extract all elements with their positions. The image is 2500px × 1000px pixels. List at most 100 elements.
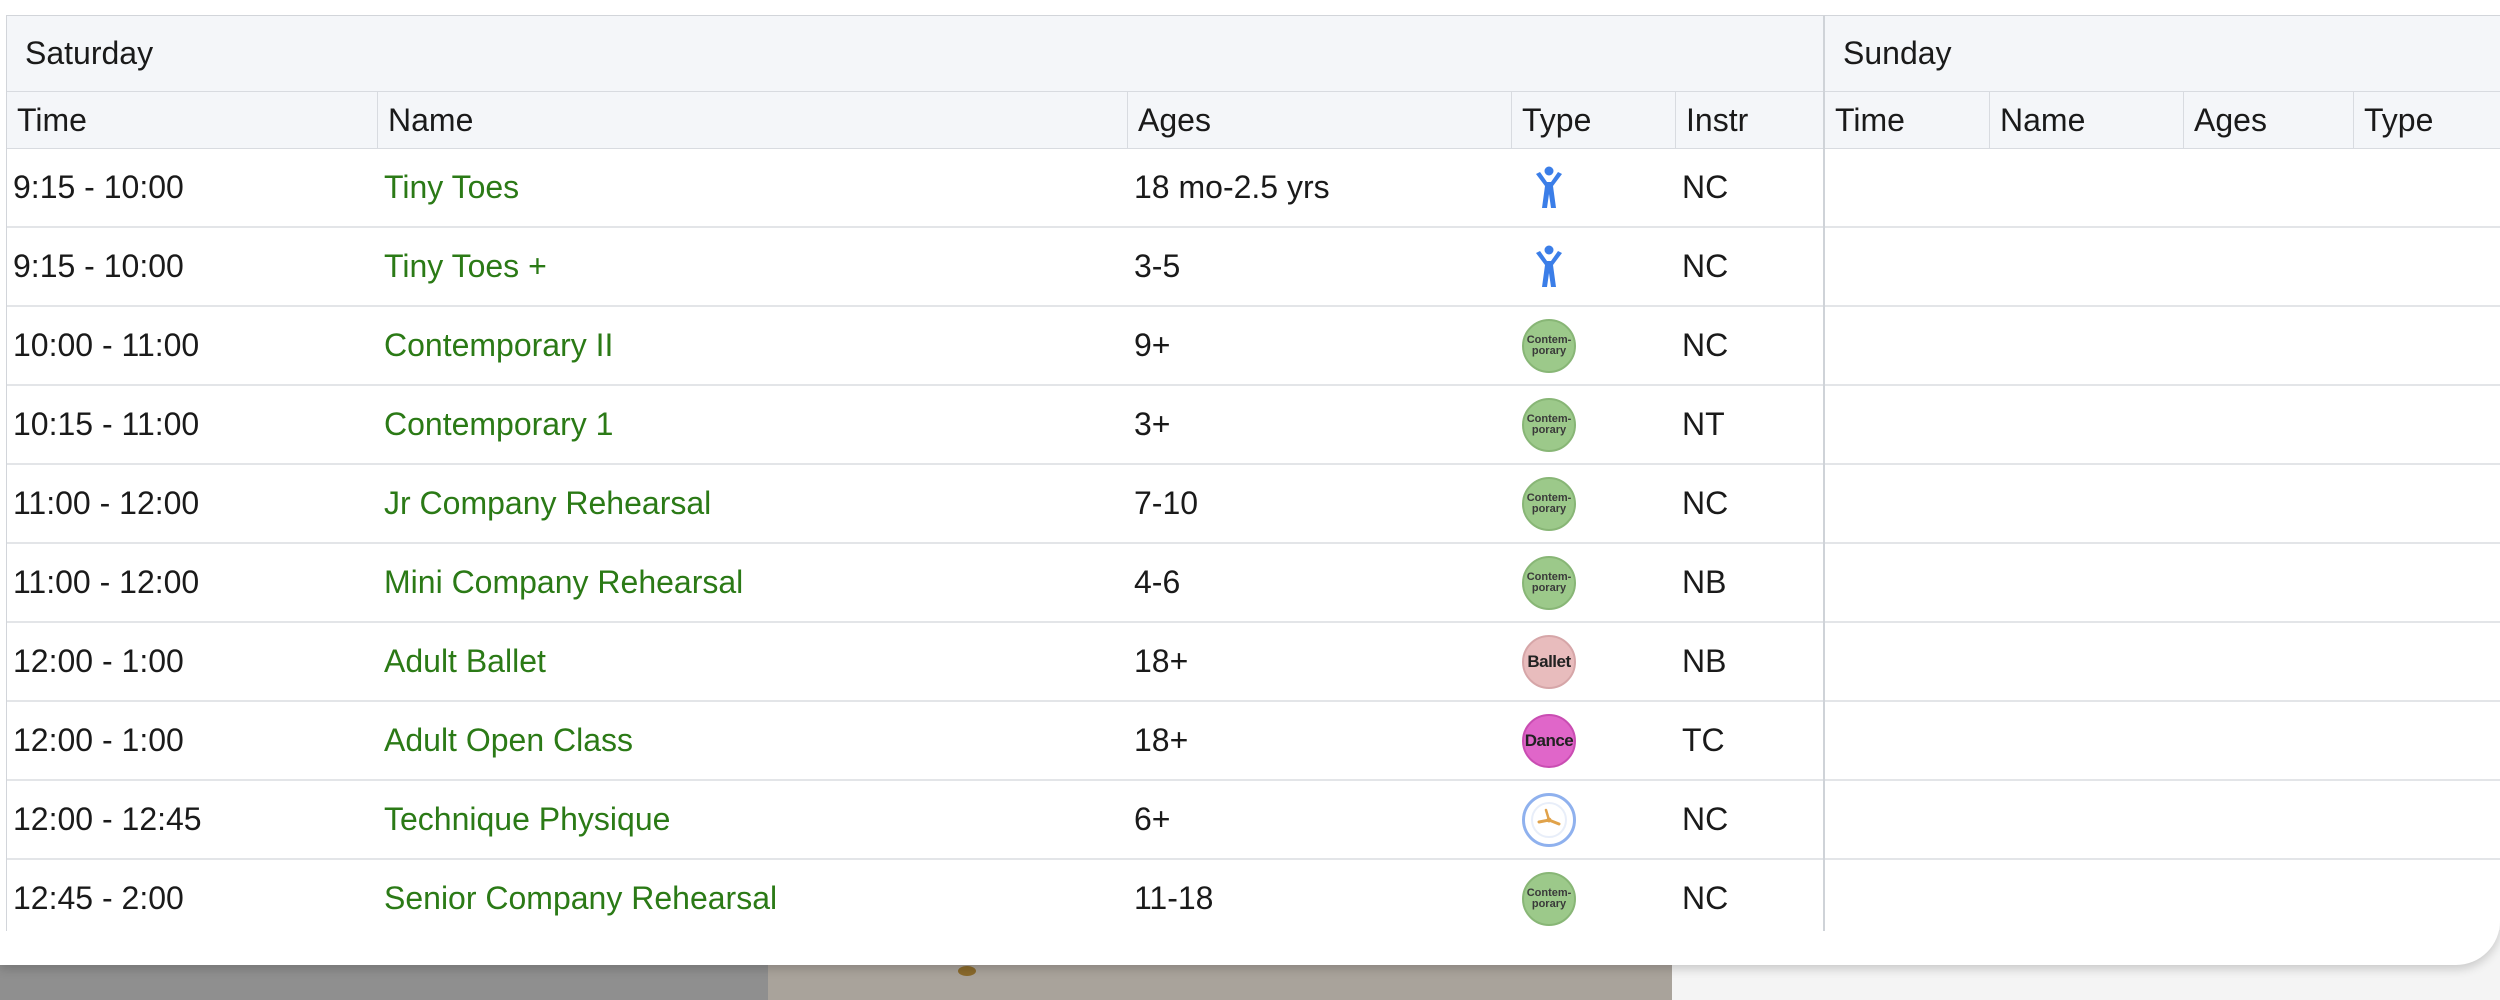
photo-detail — [958, 966, 976, 976]
class-time: 10:15 - 11:00 — [13, 406, 200, 442]
day-title-sunday: Sunday — [1825, 16, 2500, 92]
class-time: 12:45 - 2:00 — [13, 880, 184, 916]
table-row-empty — [1825, 228, 2500, 307]
class-time: 12:00 - 1:00 — [13, 643, 184, 679]
badge-label: Contem-porary — [1527, 492, 1572, 515]
class-type — [1512, 149, 1676, 226]
class-name-link[interactable]: Senior Company Rehearsal — [378, 860, 1128, 931]
class-instructor: NC — [1682, 327, 1729, 363]
class-type — [1512, 228, 1676, 305]
column-header-instr[interactable]: Instr — [1676, 92, 1821, 148]
class-name-link[interactable]: Contemporary 1 — [378, 386, 1128, 463]
clock-icon — [1522, 792, 1576, 847]
column-headers: Time Name Ages Type — [1825, 92, 2500, 149]
saturday-table: Saturday Time Name Ages Type Instr 9:15 … — [6, 15, 1825, 931]
class-ages: 11-18 — [1134, 880, 1214, 916]
class-type: Contem-porary — [1512, 544, 1676, 621]
contemporary-badge-icon: Contem-porary — [1522, 871, 1576, 926]
badge-label-line: porary — [1531, 581, 1567, 594]
column-header-name[interactable]: Name — [378, 92, 1128, 148]
class-type: Contem-porary — [1512, 860, 1676, 931]
class-ages: 3-5 — [1134, 248, 1181, 284]
class-name-link[interactable]: Jr Company Rehearsal — [378, 465, 1128, 542]
class-instructor: NB — [1682, 643, 1727, 679]
class-instructor: NC — [1682, 485, 1729, 521]
class-instructor: NB — [1682, 564, 1727, 600]
dance-badge-icon: Dance — [1522, 713, 1576, 768]
class-name-link[interactable]: Contemporary II — [378, 307, 1128, 384]
badge-label-line: porary — [1531, 502, 1567, 515]
class-type — [1512, 781, 1676, 858]
contemporary-badge-icon: Contem-porary — [1522, 397, 1576, 452]
class-name-link[interactable]: Adult Ballet — [378, 623, 1128, 700]
class-instructor: TC — [1682, 722, 1725, 758]
column-header-ages[interactable]: Ages — [2184, 92, 2354, 148]
sunday-table: Sunday Time Name Ages Type — [1825, 15, 2500, 931]
table-row: 10:00 - 11:00 Contemporary II 9+ Contem-por… — [7, 307, 1823, 386]
badge-label: Contem-porary — [1527, 571, 1572, 594]
badge-label: Contem-porary — [1527, 334, 1572, 357]
ballet-badge-icon: Ballet — [1522, 634, 1576, 689]
class-ages: 4-6 — [1134, 564, 1181, 600]
column-header-time[interactable]: Time — [7, 92, 378, 148]
badge-label: Contem-porary — [1527, 413, 1572, 436]
class-ages: 6+ — [1134, 801, 1171, 837]
class-type: Contem-porary — [1512, 465, 1676, 542]
class-instructor: NC — [1682, 801, 1729, 837]
person-icon — [1522, 240, 1576, 294]
column-header-ages[interactable]: Ages — [1128, 92, 1512, 148]
class-name-link[interactable]: Mini Company Rehearsal — [378, 544, 1128, 621]
class-type: Ballet — [1512, 623, 1676, 700]
table-row-empty — [1825, 781, 2500, 860]
class-name-link[interactable]: Tiny Toes + — [378, 228, 1128, 305]
class-time: 10:00 - 11:00 — [13, 327, 200, 363]
table-row: 12:00 - 1:00 Adult Ballet 18+ Ballet NB — [7, 623, 1823, 702]
table-row: 12:45 - 2:00 Senior Company Rehearsal 11-1… — [7, 860, 1823, 931]
table-row-empty — [1825, 465, 2500, 544]
sunday-rows — [1825, 149, 2500, 931]
class-ages: 18 mo-2.5 yrs — [1134, 169, 1330, 205]
table-row-empty — [1825, 386, 2500, 465]
class-time: 11:00 - 12:00 — [13, 564, 200, 600]
table-row-empty — [1825, 623, 2500, 702]
class-ages: 3+ — [1134, 406, 1171, 442]
class-name-link[interactable]: Technique Physique — [378, 781, 1128, 858]
class-instructor: NT — [1682, 406, 1725, 442]
table-row: 9:15 - 10:00 Tiny Toes 18 mo-2.5 yrs NC — [7, 149, 1823, 228]
table-row-empty — [1825, 702, 2500, 781]
day-title-saturday: Saturday — [7, 16, 1823, 92]
badge-label: Ballet — [1527, 652, 1571, 671]
table-row-empty — [1825, 860, 2500, 931]
class-instructor: NC — [1682, 248, 1729, 284]
class-time: 9:15 - 10:00 — [13, 169, 184, 205]
table-row: 12:00 - 12:45 Technique Physique 6+ NC — [7, 781, 1823, 860]
class-ages: 9+ — [1134, 327, 1171, 363]
class-time: 9:15 - 10:00 — [13, 248, 184, 284]
table-row-empty — [1825, 307, 2500, 386]
class-instructor: NC — [1682, 880, 1729, 916]
table-row: 11:00 - 12:00 Jr Company Rehearsal 7-10 Con… — [7, 465, 1823, 544]
class-time: 12:00 - 12:45 — [13, 801, 202, 837]
person-icon — [1522, 161, 1576, 215]
class-instructor: NC — [1682, 169, 1729, 205]
saturday-rows: 9:15 - 10:00 Tiny Toes 18 mo-2.5 yrs NC 9:15… — [7, 149, 1823, 931]
badge-label-line: porary — [1531, 344, 1567, 357]
class-time: 11:00 - 12:00 — [13, 485, 200, 521]
table-row: 12:00 - 1:00 Adult Open Class 18+ Dance TC — [7, 702, 1823, 781]
class-type: Contem-porary — [1512, 386, 1676, 463]
schedule-card: Saturday Time Name Ages Type Instr 9:15 … — [0, 0, 2500, 965]
class-ages: 7-10 — [1134, 485, 1199, 521]
class-ages: 18+ — [1134, 722, 1189, 758]
table-row-empty — [1825, 544, 2500, 623]
class-type: Contem-porary — [1512, 307, 1676, 384]
column-header-type[interactable]: Type — [1512, 92, 1676, 148]
table-row: 10:15 - 11:00 Contemporary 1 3+ Contem-pora… — [7, 386, 1823, 465]
table-row-empty — [1825, 149, 2500, 228]
column-header-name[interactable]: Name — [1990, 92, 2184, 148]
class-name-link[interactable]: Adult Open Class — [378, 702, 1128, 779]
column-header-type[interactable]: Type — [2354, 92, 2500, 148]
table-row: 9:15 - 10:00 Tiny Toes +3-5 NC — [7, 228, 1823, 307]
column-header-time[interactable]: Time — [1825, 92, 1990, 148]
column-headers: Time Name Ages Type Instr — [7, 92, 1823, 149]
class-name-link[interactable]: Tiny Toes — [378, 149, 1128, 226]
